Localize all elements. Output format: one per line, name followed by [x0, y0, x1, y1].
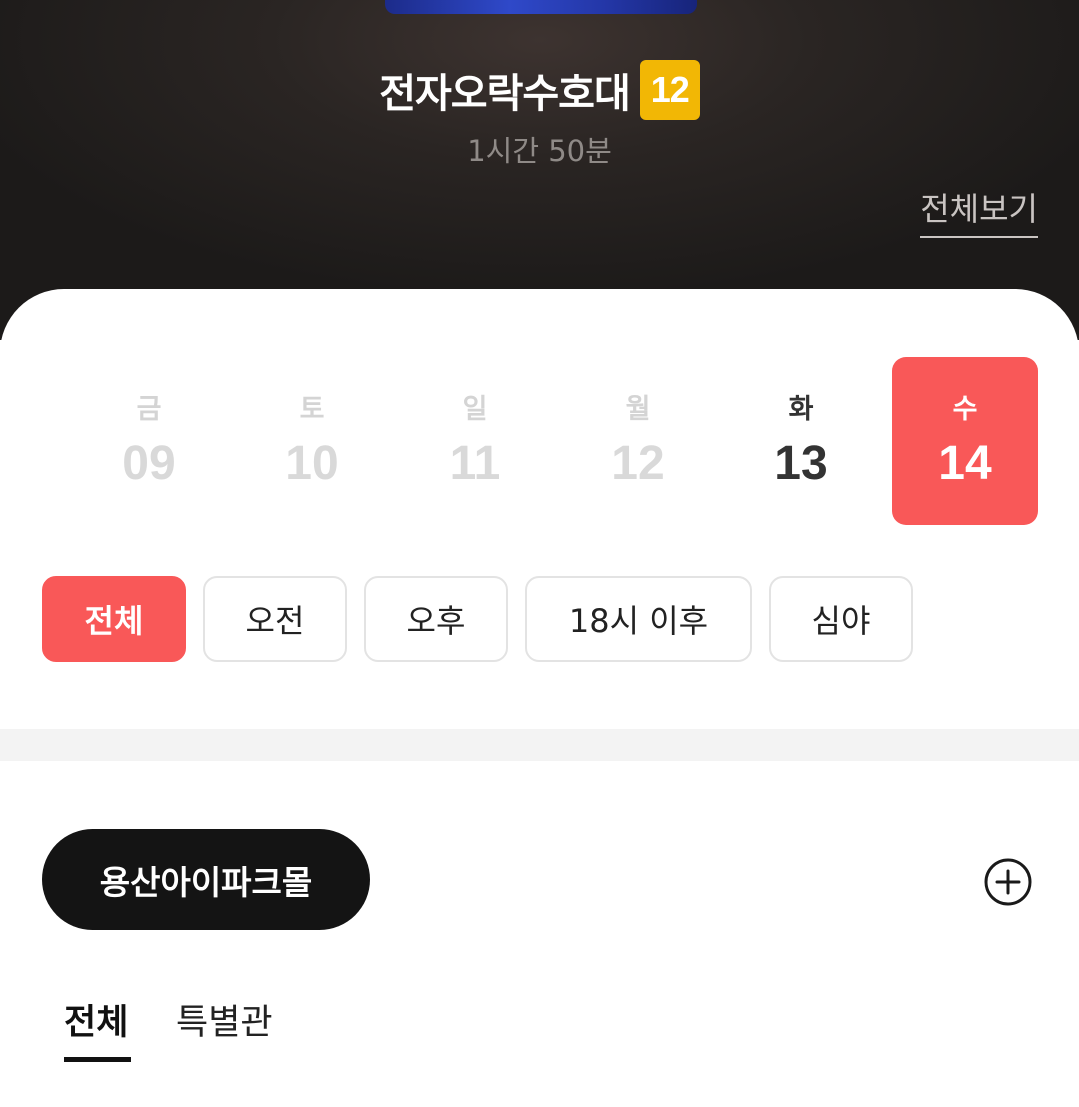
plus-circle-icon[interactable] [984, 858, 1032, 906]
movie-poster[interactable] [385, 0, 697, 14]
theater-selector-button[interactable]: 용산아이파크몰 [42, 829, 370, 930]
time-filter-morning[interactable]: 오전 [203, 576, 347, 662]
date-day: 13 [774, 437, 828, 490]
tab-special-hall[interactable]: 특별관 [176, 994, 273, 1045]
tab-all[interactable]: 전체 [64, 994, 128, 1045]
title-row: 전자오락수호대 12 [0, 58, 1079, 122]
date-weekday: 화 [788, 394, 814, 425]
date-weekday: 토 [299, 394, 325, 425]
date-item[interactable]: 월 12 [565, 357, 711, 525]
date-item[interactable]: 일 11 [402, 357, 548, 525]
age-rating-badge: 12 [639, 60, 700, 120]
section-divider [0, 729, 1079, 761]
date-item[interactable]: 금 09 [76, 357, 222, 525]
movie-title: 전자오락수호대 [379, 71, 631, 117]
date-weekday: 월 [625, 394, 651, 425]
movie-runtime: 1시간 50분 [467, 134, 612, 168]
date-weekday: 수 [952, 394, 978, 425]
date-selector: 금 09 토 10 일 11 월 12 화 13 수 14 [0, 357, 1079, 527]
time-filter-afternoon[interactable]: 오후 [364, 576, 508, 662]
date-day: 11 [449, 437, 501, 490]
date-day: 09 [122, 437, 176, 490]
date-day: 10 [285, 437, 339, 490]
view-all-link[interactable]: 전체보기 [920, 184, 1038, 238]
active-tab-indicator [64, 1057, 131, 1062]
date-item[interactable]: 토 10 [239, 357, 385, 525]
time-filter-late-night[interactable]: 심야 [769, 576, 913, 662]
time-filter-all[interactable]: 전체 [42, 576, 186, 662]
date-day: 12 [611, 437, 665, 490]
date-weekday: 일 [462, 394, 488, 425]
date-day: 14 [938, 437, 992, 490]
date-item[interactable]: 화 13 [728, 357, 874, 525]
date-weekday: 금 [136, 394, 162, 425]
date-item-selected[interactable]: 수 14 [892, 357, 1038, 525]
time-filter-after-18[interactable]: 18시 이후 [525, 576, 752, 662]
